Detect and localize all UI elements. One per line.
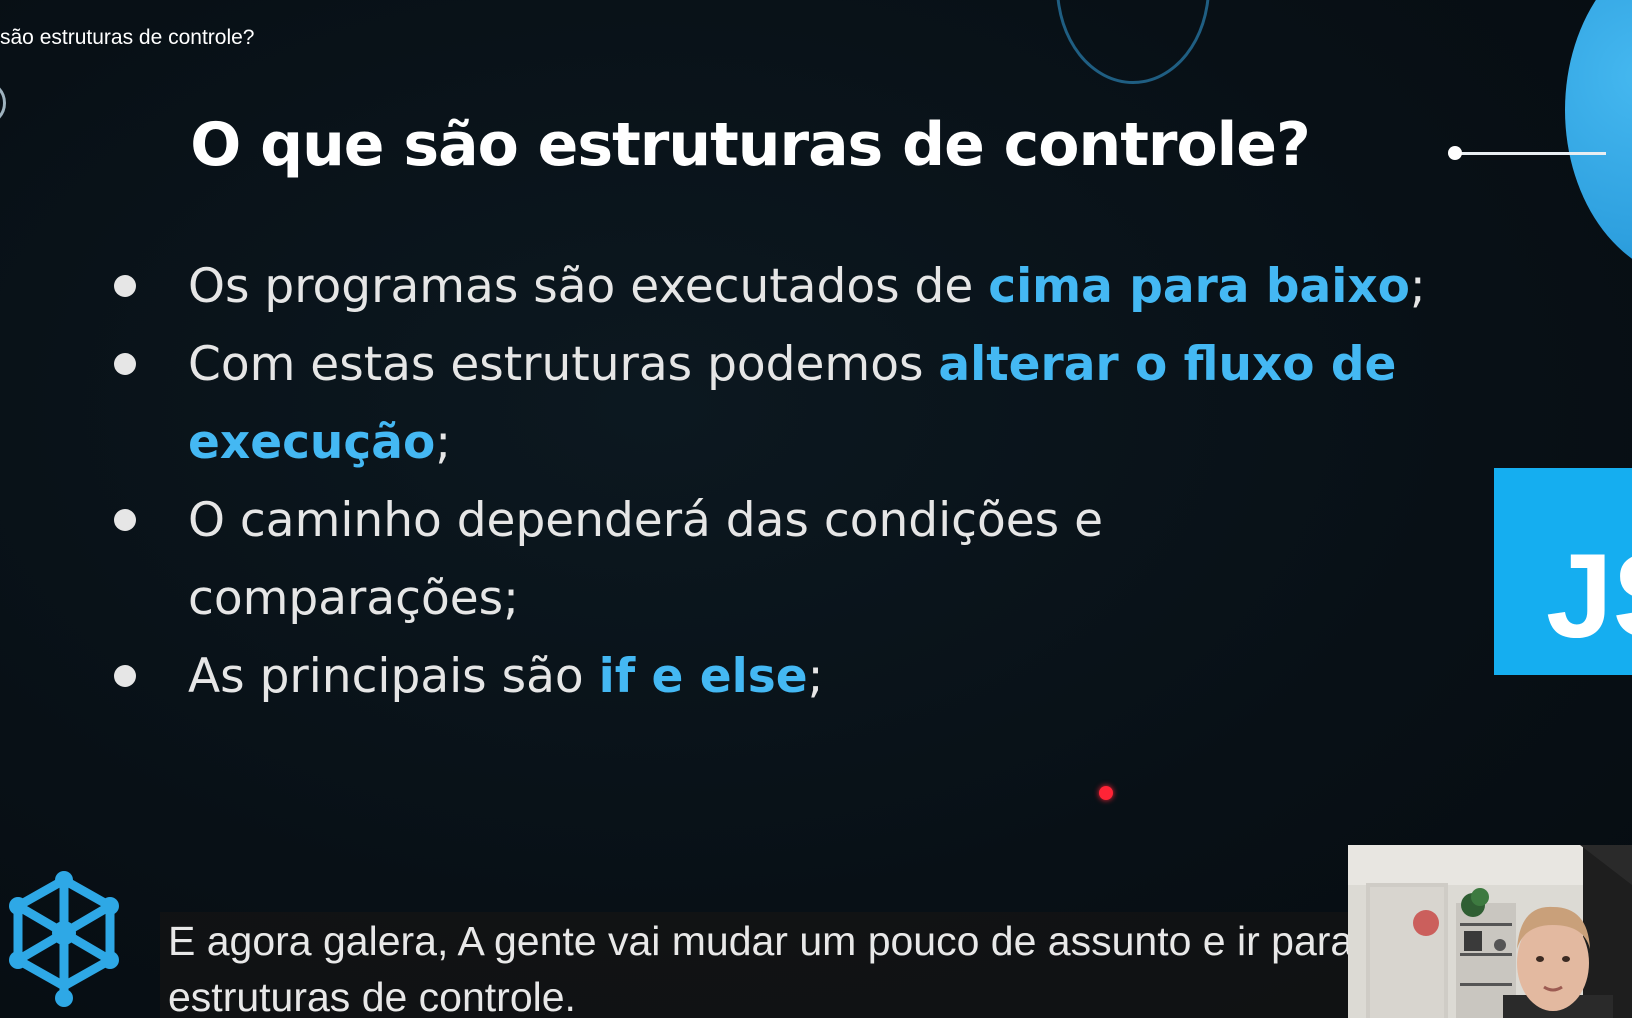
bullet-highlight: if e else: [598, 649, 808, 704]
bullet-item: As principais são if e else;: [112, 638, 1432, 716]
bullet-list: Os programas são executados de cima para…: [112, 248, 1432, 716]
webcam-image: [1348, 845, 1632, 1018]
bullet-suffix: ;: [807, 649, 824, 704]
bullet-dot-icon: [114, 275, 136, 297]
decorative-ring: [1056, 0, 1210, 84]
bullet-text: As principais são: [188, 649, 599, 704]
bullet-dot-icon: [114, 665, 136, 687]
bullet-item: Com estas estruturas podemos alterar o f…: [112, 326, 1432, 482]
webcam-overlay: [1348, 845, 1632, 1018]
subtitle-line: estruturas de controle.: [168, 974, 576, 1018]
slide-title: O que são estruturas de controle?: [190, 110, 1311, 180]
hexagon-network-icon: [9, 871, 119, 1007]
bullet-text: Os programas são executados de: [188, 259, 989, 314]
js-logo: JS: [1494, 468, 1632, 675]
bullet-suffix: ;: [1409, 259, 1426, 314]
decorative-blue-circle: [1565, 0, 1632, 280]
laser-pointer-dot: [1099, 786, 1113, 800]
subtitles: E agora galera, A gente vai mudar um pou…: [160, 912, 1420, 1018]
bullet-item: Os programas são executados de cima para…: [112, 248, 1432, 326]
bullet-highlight: alterar o fluxo de: [938, 337, 1397, 392]
subtitle-line: E agora galera, A gente vai mudar um pou…: [168, 918, 1354, 964]
bullet-item: O caminho dependerá das condições e comp…: [112, 482, 1432, 638]
bullet-text: Com estas estruturas podemos: [188, 337, 939, 392]
bullet-highlight: execução: [188, 415, 436, 470]
bullet-highlight: cima para baixo: [988, 259, 1410, 314]
video-frame[interactable]: são estruturas de controle? O que são es…: [0, 0, 1632, 1018]
bullet-text: comparações;: [188, 571, 519, 626]
bullet-text: O caminho dependerá das condições e: [188, 493, 1103, 548]
bullet-dot-icon: [114, 353, 136, 375]
video-title: são estruturas de controle?: [0, 26, 255, 49]
js-logo-text: JS: [1546, 529, 1632, 663]
bullet-dot-icon: [114, 509, 136, 531]
bullet-suffix: ;: [435, 415, 452, 470]
